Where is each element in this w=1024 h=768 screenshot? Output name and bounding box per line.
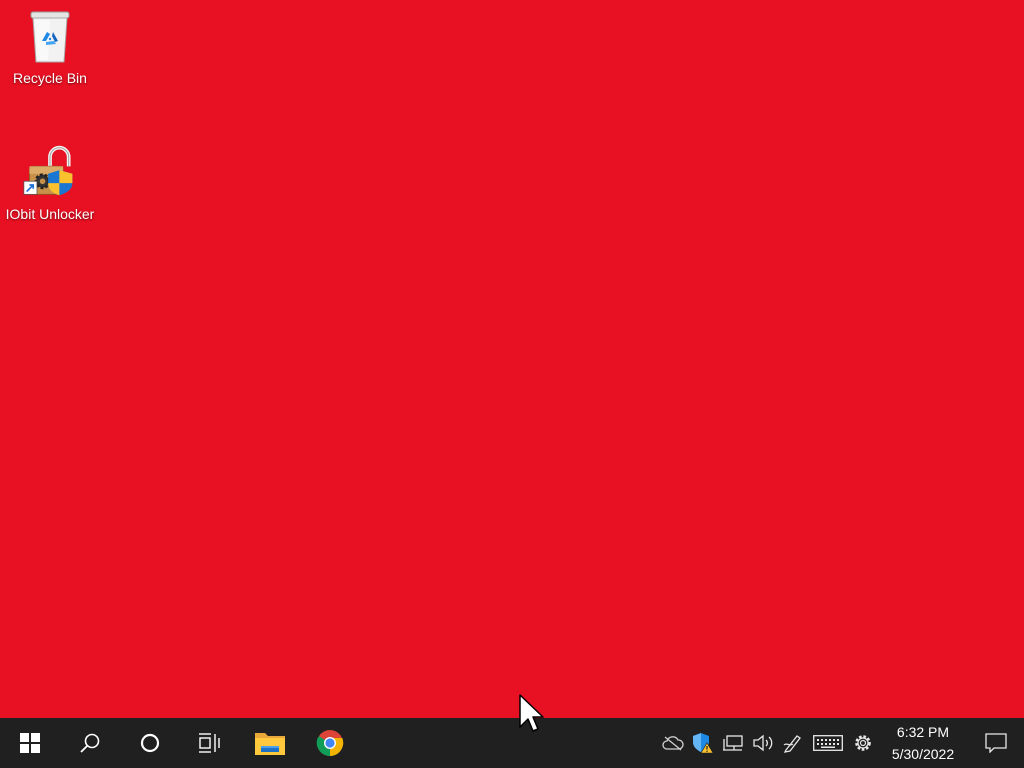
settings-button[interactable] — [848, 718, 878, 768]
security-warning-icon — [693, 733, 714, 754]
recycle-bin-icon — [22, 8, 78, 64]
chrome-button[interactable] — [300, 718, 360, 768]
action-center-icon — [985, 733, 1007, 753]
search-button[interactable] — [60, 718, 120, 768]
settings-gear-icon — [855, 735, 871, 751]
desktop: Recycle Bin IObit Unlocker — [0, 0, 1024, 718]
clock[interactable]: 6:32 PM 5/30/2022 — [878, 718, 968, 768]
security-button[interactable] — [688, 718, 718, 768]
network-icon — [723, 735, 743, 751]
task-view-button[interactable] — [180, 718, 240, 768]
desktop-icon-label: IObit Unlocker — [5, 206, 95, 222]
task-view-icon — [199, 733, 220, 753]
desktop-icon-recycle-bin[interactable]: Recycle Bin — [0, 8, 100, 86]
volume-button[interactable] — [748, 718, 778, 768]
onedrive-icon — [662, 736, 684, 751]
file-explorer-icon — [255, 733, 285, 755]
touch-keyboard-button[interactable] — [808, 718, 848, 768]
search-icon — [80, 733, 100, 753]
pen-icon — [783, 735, 801, 753]
file-explorer-button[interactable] — [240, 718, 300, 768]
start-button[interactable] — [0, 718, 60, 768]
iobit-unlocker-icon — [22, 144, 78, 200]
action-center-button[interactable] — [968, 718, 1024, 768]
windows-start-icon — [20, 733, 40, 753]
volume-icon — [753, 734, 773, 752]
taskbar: 6:32 PM 5/30/2022 — [0, 718, 1024, 768]
desktop-icon-label: Recycle Bin — [13, 70, 87, 86]
chrome-icon — [316, 730, 344, 757]
pen-workspace-button[interactable] — [778, 718, 808, 768]
desktop-icon-iobit-unlocker[interactable]: IObit Unlocker — [0, 144, 100, 222]
network-button[interactable] — [718, 718, 748, 768]
cortana-button[interactable] — [120, 718, 180, 768]
clock-time: 6:32 PM — [896, 724, 950, 740]
clock-date: 5/30/2022 — [891, 746, 955, 762]
system-tray: 6:32 PM 5/30/2022 — [658, 718, 1024, 768]
cortana-icon — [140, 733, 160, 753]
onedrive-button[interactable] — [658, 718, 688, 768]
keyboard-icon — [813, 735, 843, 751]
